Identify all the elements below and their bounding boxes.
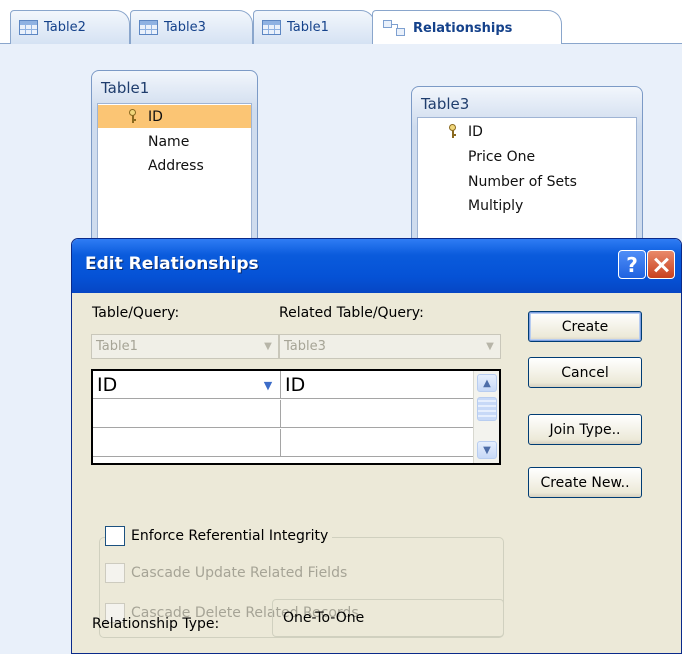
related-table-query-label: Related Table/Query: — [279, 305, 424, 321]
scroll-up-arrow-icon[interactable]: ▲ — [477, 374, 497, 392]
relationship-type-label: Relationship Type: — [92, 616, 220, 632]
primary-key-icon — [448, 124, 457, 139]
relationship-type-text: One-To-One — [283, 610, 365, 626]
field-label: Address — [148, 157, 204, 174]
create-new-button[interactable]: Create New.. — [528, 467, 642, 498]
tab-table1[interactable]: Table1 — [253, 10, 375, 44]
tab-label: Table2 — [44, 20, 86, 35]
checkbox-label: Enforce Referential Integrity — [131, 528, 329, 544]
field-label: Price One — [468, 148, 536, 165]
table-icon — [262, 20, 281, 35]
enforce-referential-integrity-checkbox[interactable]: Enforce Referential Integrity — [105, 526, 333, 546]
tab-relationships[interactable]: Relationships — [372, 10, 562, 45]
primary-key-icon — [128, 109, 137, 124]
grid-scrollbar[interactable]: ▲ ▼ — [473, 371, 499, 463]
field-address[interactable]: Address — [98, 154, 251, 177]
left-field-value: ID — [97, 373, 118, 396]
cascade-update-checkbox: Cascade Update Related Fields — [105, 563, 347, 583]
table-icon — [19, 20, 38, 35]
field-label: Number of Sets — [468, 173, 577, 190]
field-id[interactable]: ID — [98, 105, 251, 128]
field-label: Multiply — [468, 197, 524, 214]
tab-label: Table1 — [287, 20, 329, 35]
cancel-button[interactable]: Cancel — [528, 357, 642, 388]
help-button[interactable]: ? — [618, 250, 646, 279]
field-label: ID — [148, 108, 163, 125]
related-table-query-select: Table3 ▼ — [279, 334, 501, 359]
table1-title[interactable]: Table1 — [101, 79, 149, 97]
table-icon — [139, 20, 158, 35]
field-price-one[interactable]: Price One — [418, 145, 636, 168]
field-id[interactable]: ID — [418, 120, 636, 143]
chevron-down-icon: ▼ — [264, 341, 272, 352]
checkbox-label: Cascade Update Related Fields — [131, 565, 348, 581]
relationship-type-value: One-To-One — [272, 599, 504, 637]
left-field-cell[interactable] — [93, 400, 281, 428]
scroll-down-arrow-icon[interactable]: ▼ — [477, 441, 497, 459]
table-query-select: Table1 ▼ — [91, 334, 279, 359]
field-number-of-sets[interactable]: Number of Sets — [418, 170, 636, 193]
dialog-title-bar[interactable]: Edit Relationships ? — [72, 239, 681, 293]
dialog-title: Edit Relationships — [85, 254, 259, 274]
relationships-icon — [383, 20, 405, 36]
related-table-query-value: Table3 — [284, 339, 326, 354]
checkbox-box[interactable] — [105, 526, 125, 546]
tab-table3[interactable]: Table3 — [130, 10, 253, 44]
field-name[interactable]: Name — [98, 130, 251, 153]
right-field-cell[interactable] — [281, 400, 475, 428]
help-icon: ? — [626, 252, 638, 277]
table3-title[interactable]: Table3 — [421, 95, 469, 113]
right-field-value: ID — [285, 373, 306, 396]
chevron-down-icon: ▼ — [486, 341, 494, 352]
left-field-cell[interactable]: ID ▼ — [93, 371, 281, 399]
create-button[interactable]: Create — [528, 311, 642, 342]
field-label: ID — [468, 123, 483, 140]
field-label: Name — [148, 133, 190, 150]
tab-table2[interactable]: Table2 — [10, 10, 130, 44]
join-type-button[interactable]: Join Type.. — [528, 414, 642, 445]
document-tab-strip: Table2 Table3 Table1 Relationships — [0, 0, 682, 45]
field-mapping-grid[interactable]: ID ▼ ID ▲ ▼ — [91, 369, 501, 465]
checkbox-box — [105, 563, 125, 583]
scroll-thumb[interactable] — [477, 397, 497, 421]
table-query-label: Table/Query: — [92, 305, 180, 321]
table-query-value: Table1 — [96, 339, 138, 354]
tab-label: Relationships — [413, 20, 513, 36]
right-field-cell[interactable] — [281, 429, 475, 457]
close-button[interactable] — [647, 250, 675, 279]
right-field-cell[interactable]: ID — [281, 371, 475, 399]
edit-relationships-dialog: Edit Relationships ? Table/Query: Relate… — [71, 238, 682, 654]
tab-label: Table3 — [164, 20, 206, 35]
field-multiply[interactable]: Multiply — [418, 194, 636, 217]
chevron-down-icon[interactable]: ▼ — [261, 378, 275, 392]
left-field-cell[interactable] — [93, 429, 281, 457]
